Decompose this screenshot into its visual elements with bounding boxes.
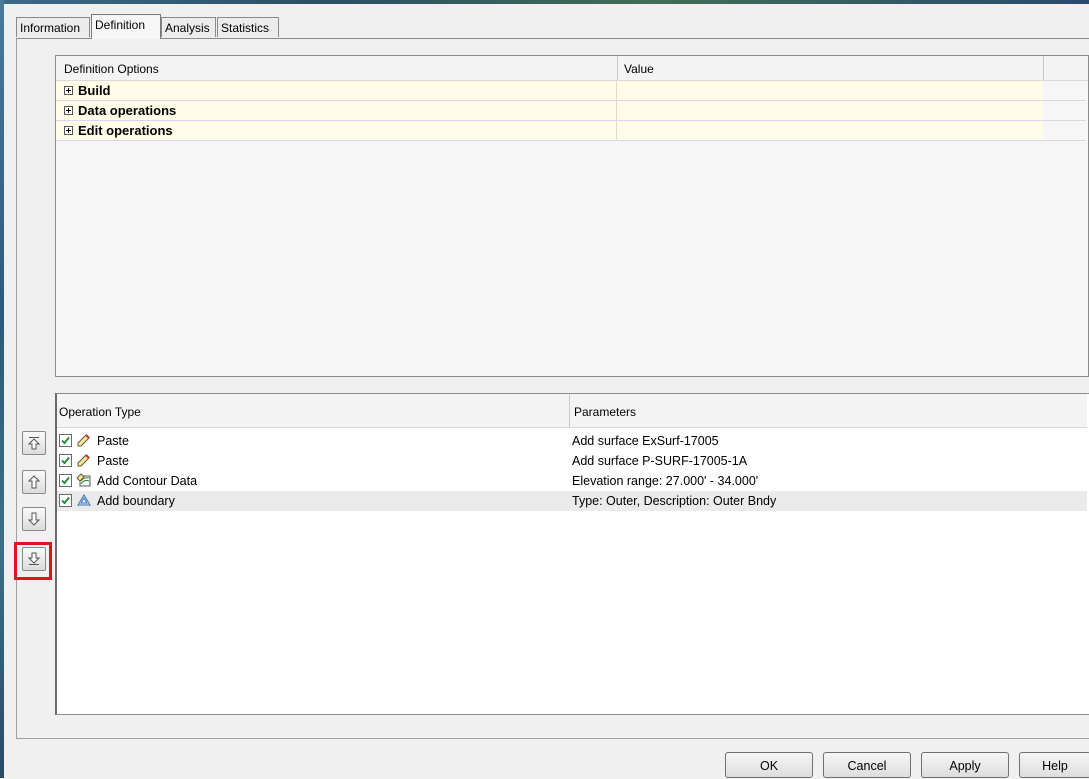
- checkmark-icon: [61, 436, 70, 445]
- tab-statistics[interactable]: Statistics: [217, 17, 279, 37]
- row-tail: [1043, 81, 1086, 101]
- cell-separator: [616, 121, 617, 140]
- operation-parameters: Elevation range: 27.000' - 34.000': [572, 474, 759, 488]
- checkbox[interactable]: [59, 454, 72, 467]
- contour-data-icon: [76, 473, 91, 487]
- operation-type: Paste: [97, 454, 129, 468]
- column-separator: [569, 394, 570, 427]
- column-header-definition-options[interactable]: Definition Options: [64, 56, 159, 82]
- highlight-box: [14, 542, 52, 580]
- definition-row-build[interactable]: Build: [56, 81, 1043, 101]
- operation-type: Paste: [97, 434, 129, 448]
- apply-button[interactable]: Apply: [921, 752, 1009, 778]
- operation-type: Add boundary: [97, 494, 175, 508]
- definition-grid-header: Definition Options Value: [56, 56, 1088, 81]
- boundary-icon: [77, 494, 91, 506]
- column-header-parameters[interactable]: Parameters: [574, 394, 636, 430]
- move-to-top-icon: [27, 437, 41, 450]
- help-button[interactable]: Help: [1019, 752, 1089, 778]
- checkmark-icon: [61, 476, 70, 485]
- move-up-button[interactable]: [22, 470, 46, 494]
- paste-icon: [77, 434, 90, 447]
- expand-icon[interactable]: [64, 86, 73, 95]
- operation-parameters: Type: Outer, Description: Outer Bndy: [572, 494, 777, 508]
- definition-options-grid: Definition Options Value Build Data oper…: [55, 55, 1089, 377]
- row-tail: [1043, 101, 1086, 121]
- expand-icon[interactable]: [64, 106, 73, 115]
- checkmark-icon: [61, 456, 70, 465]
- cell-separator: [616, 101, 617, 120]
- cancel-button[interactable]: Cancel: [823, 752, 911, 778]
- operation-parameters: Add surface P-SURF-17005-1A: [572, 454, 748, 468]
- move-to-top-button[interactable]: [22, 431, 46, 455]
- operation-row[interactable]: Paste Add surface P-SURF-17005-1A: [57, 451, 1087, 471]
- tab-divider: [16, 38, 1089, 39]
- tab-definition[interactable]: Definition: [91, 14, 161, 39]
- move-down-icon: [27, 512, 41, 526]
- paste-icon: [77, 454, 90, 467]
- operations-grid-header: Operation Type Parameters: [57, 394, 1087, 428]
- definition-row-label: Data operations: [78, 103, 177, 118]
- checkbox[interactable]: [59, 474, 72, 487]
- definition-row-label: Build: [78, 83, 111, 98]
- checkbox[interactable]: [59, 494, 72, 507]
- row-tail: [1043, 121, 1086, 141]
- operation-parameters: Add surface ExSurf-17005: [572, 434, 719, 448]
- definition-row-label: Edit operations: [78, 123, 173, 138]
- checkbox[interactable]: [59, 434, 72, 447]
- column-separator: [1043, 56, 1044, 80]
- surface-properties-dialog: Information Definition Analysis Statisti…: [4, 4, 1089, 778]
- definition-row-data-operations[interactable]: Data operations: [56, 101, 1043, 121]
- cell-separator: [616, 81, 617, 100]
- operation-row[interactable]: Add Contour Data Elevation range: 27.000…: [57, 471, 1087, 491]
- tab-analysis[interactable]: Analysis: [161, 17, 216, 37]
- column-header-value[interactable]: Value: [624, 56, 654, 82]
- definition-row-edit-operations[interactable]: Edit operations: [56, 121, 1043, 141]
- operation-type: Add Contour Data: [97, 474, 198, 488]
- operation-row-selected[interactable]: Add boundary Type: Outer, Description: O…: [57, 491, 1087, 511]
- column-separator: [617, 56, 618, 80]
- move-down-button[interactable]: [22, 507, 46, 531]
- operations-grid: Operation Type Parameters Paste Add surf…: [55, 393, 1089, 715]
- ok-button[interactable]: OK: [725, 752, 813, 778]
- operation-row[interactable]: Paste Add surface ExSurf-17005: [57, 431, 1087, 451]
- checkmark-icon: [61, 496, 70, 505]
- move-up-icon: [27, 475, 41, 489]
- expand-icon[interactable]: [64, 126, 73, 135]
- tab-information[interactable]: Information: [16, 17, 90, 37]
- column-header-operation-type[interactable]: Operation Type: [59, 394, 141, 430]
